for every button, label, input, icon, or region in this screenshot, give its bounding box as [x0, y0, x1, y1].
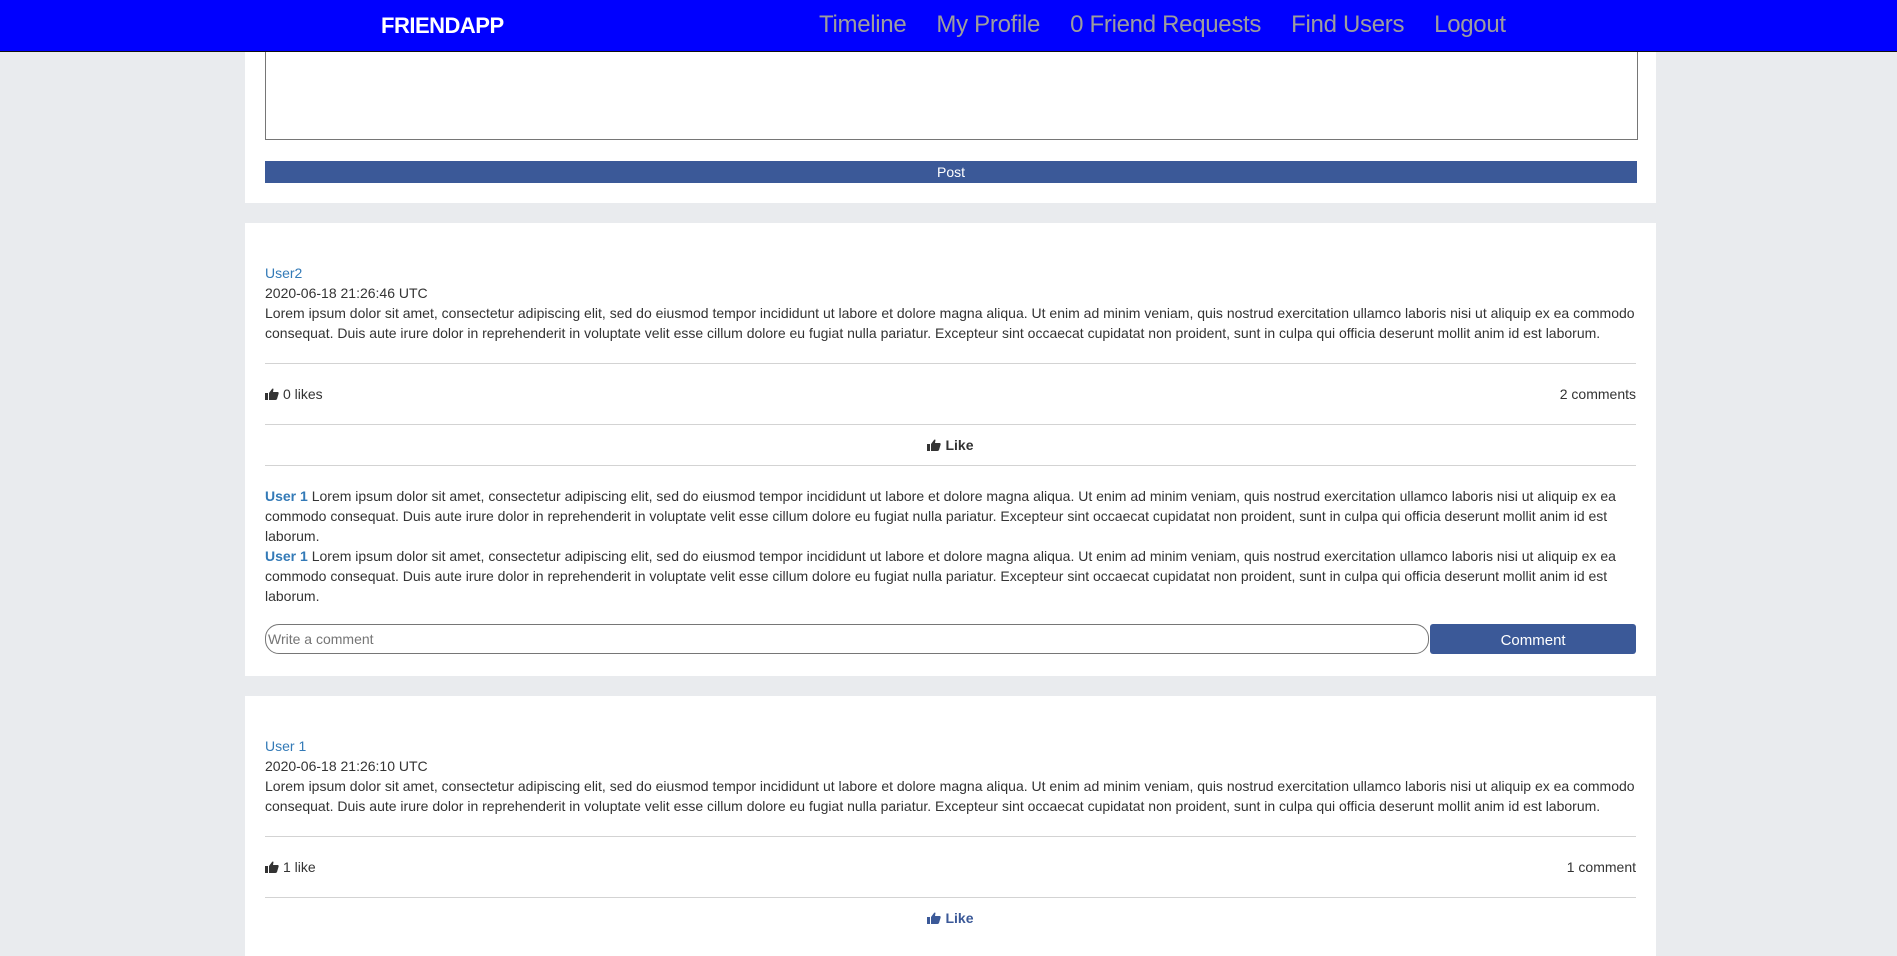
comment-text: Lorem ipsum dolor sit amet, consectetur …	[265, 488, 1616, 544]
thumbs-up-icon	[927, 439, 942, 451]
likes-label: 1 like	[283, 859, 316, 875]
likes-label: 0 likes	[283, 386, 323, 402]
comment-author-link[interactable]: User 1	[265, 548, 308, 564]
comment-form: Comment	[265, 624, 1636, 654]
nav-find-users[interactable]: Find Users	[1291, 11, 1404, 39]
nav-logout[interactable]: Logout	[1434, 11, 1506, 39]
nav-links: Timeline My Profile 0 Friend Requests Fi…	[819, 11, 1536, 39]
nav-timeline[interactable]: Timeline	[819, 11, 907, 39]
comment-button[interactable]: Comment	[1430, 624, 1636, 654]
thumbs-up-icon	[265, 861, 279, 873]
like-button-label: Like	[945, 437, 974, 453]
likes-count: 0 likes	[265, 386, 323, 402]
likes-count: 1 like	[265, 859, 316, 875]
thumbs-up-icon	[265, 388, 279, 400]
post-body: Lorem ipsum dolor sit amet, consectetur …	[265, 778, 1635, 814]
post-author-link[interactable]: User 1	[265, 736, 1636, 756]
comment-item: User 1 Lorem ipsum dolor sit amet, conse…	[265, 546, 1636, 606]
comments-count[interactable]: 1 comment	[1567, 859, 1636, 875]
thumbs-up-icon	[927, 912, 942, 924]
comment-text: Lorem ipsum dolor sit amet, consectetur …	[265, 548, 1616, 604]
post-stats: 0 likes 2 comments	[265, 364, 1636, 424]
post-card: User2 2020-06-18 21:26:46 UTC Lorem ipsu…	[245, 223, 1656, 676]
post-body: Lorem ipsum dolor sit amet, consectetur …	[265, 305, 1635, 341]
like-button[interactable]: Like	[265, 898, 1636, 938]
comments-count[interactable]: 2 comments	[1560, 386, 1636, 402]
post-timestamp: 2020-06-18 21:26:46 UTC	[265, 285, 428, 301]
post-card: User 1 2020-06-18 21:26:10 UTC Lorem ips…	[245, 696, 1656, 956]
like-button[interactable]: Like	[265, 425, 1636, 465]
comment-item: User 1 Lorem ipsum dolor sit amet, conse…	[265, 486, 1636, 546]
post-button[interactable]: Post	[265, 161, 1637, 183]
brand-logo[interactable]: FRIENDAPP	[381, 13, 504, 39]
post-stats: 1 like 1 comment	[265, 837, 1636, 897]
like-button-label: Like	[945, 910, 974, 926]
comment-author-link[interactable]: User 1	[265, 488, 308, 504]
nav-my-profile[interactable]: My Profile	[936, 11, 1040, 39]
nav-friend-requests[interactable]: 0 Friend Requests	[1070, 11, 1261, 39]
comments-list: User 1 Lorem ipsum dolor sit amet, conse…	[265, 466, 1636, 606]
navbar: FRIENDAPP Timeline My Profile 0 Friend R…	[0, 0, 1897, 52]
comment-input[interactable]	[265, 624, 1430, 654]
post-author-link[interactable]: User2	[265, 263, 1636, 283]
post-timestamp: 2020-06-18 21:26:10 UTC	[265, 758, 428, 774]
